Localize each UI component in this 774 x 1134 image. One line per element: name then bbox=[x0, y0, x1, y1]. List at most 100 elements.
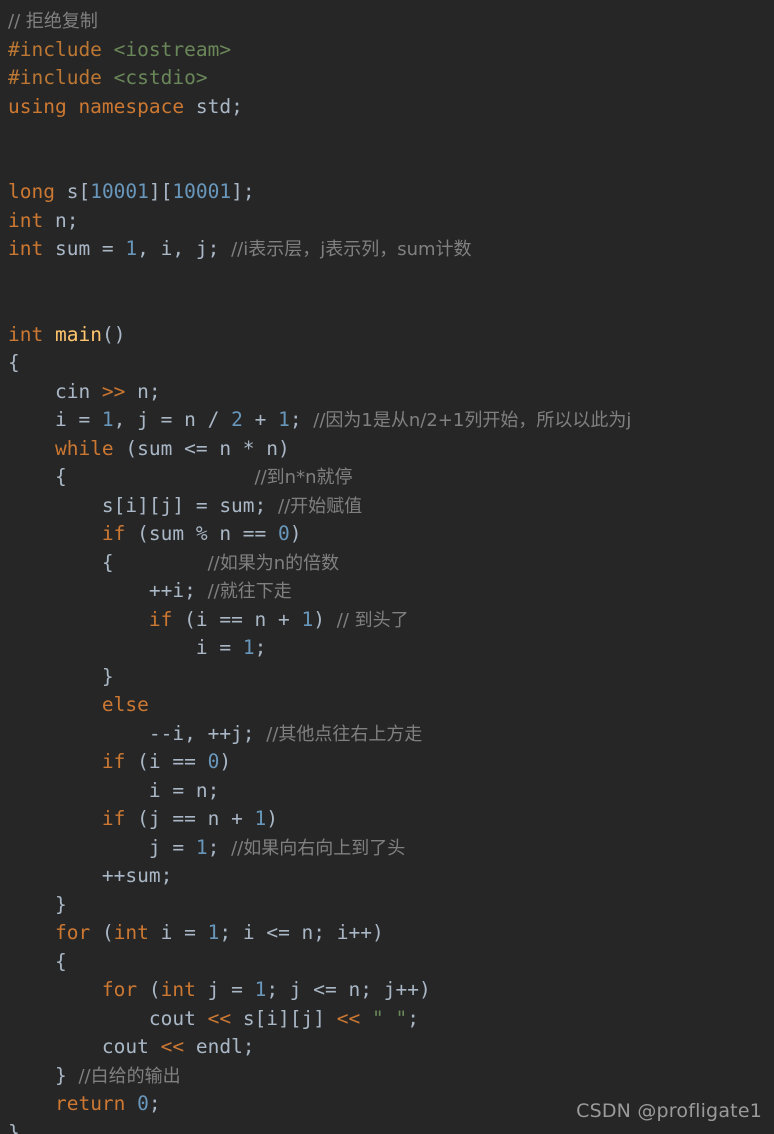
code-token-pln bbox=[8, 978, 102, 1001]
code-line: long s[10001][10001]; bbox=[8, 178, 774, 207]
code-token-num: 10001 bbox=[90, 180, 149, 203]
code-token-pln: { bbox=[8, 351, 20, 374]
code-token-pln bbox=[8, 522, 102, 545]
code-token-pln: ][ bbox=[148, 180, 173, 203]
code-token-cmt: //如果向右向上到了头 bbox=[231, 837, 406, 859]
code-token-cmt: //就往下走 bbox=[207, 581, 292, 602]
code-token-pln bbox=[8, 608, 149, 631]
code-token-num: 10001 bbox=[172, 180, 232, 203]
code-token-num: 1 bbox=[207, 921, 220, 944]
code-token-pln: + bbox=[242, 408, 279, 431]
code-line: { bbox=[8, 948, 774, 977]
code-line: ++sum; bbox=[8, 862, 774, 891]
code-token-cmt: //因为1是从n/2+1列开始，所以以此为j bbox=[313, 410, 632, 431]
code-token-pln bbox=[8, 807, 102, 830]
code-token-pln: i = n; bbox=[8, 778, 220, 802]
code-line: j = 1; //如果向右向上到了头 bbox=[8, 834, 774, 863]
code-token-kw: return bbox=[54, 1092, 126, 1115]
code-token-op: >> bbox=[101, 379, 126, 403]
code-token-kw: int bbox=[8, 237, 44, 260]
code-token-pln bbox=[125, 1092, 137, 1115]
code-token-pln: { bbox=[8, 465, 255, 488]
code-token-pln: } bbox=[8, 1063, 79, 1087]
code-line: } bbox=[8, 891, 774, 920]
code-token-pln: i = bbox=[148, 921, 208, 944]
code-block[interactable]: // 拒绝复制 #include <iostream> #include <cstd… bbox=[8, 7, 774, 1134]
code-token-kw: long bbox=[8, 180, 55, 203]
code-token-kw: int bbox=[8, 322, 44, 346]
code-line: cout << endl; bbox=[8, 1033, 774, 1062]
code-token-pln: endl; bbox=[184, 1035, 255, 1058]
code-token-pln bbox=[8, 921, 55, 944]
code-token-pln: (i == n + bbox=[172, 607, 302, 631]
code-token-pln bbox=[8, 693, 102, 716]
code-token-kw: if bbox=[148, 607, 173, 631]
code-token-pln: (sum <= n * n) bbox=[113, 436, 290, 460]
code-token-pln: ( bbox=[137, 978, 161, 1001]
code-token-kw: for bbox=[54, 921, 91, 944]
code-token-pre: #include bbox=[8, 37, 114, 61]
code-token-num: 1 bbox=[195, 835, 208, 859]
code-line: cout << s[i][j] << " "; bbox=[8, 1005, 774, 1034]
code-token-kw: for bbox=[101, 978, 138, 1001]
code-line: int main() bbox=[8, 321, 774, 350]
code-token-cmt: // 拒绝复制 bbox=[8, 11, 98, 32]
code-token-cmt: //如果为n的倍数 bbox=[207, 552, 340, 574]
code-token-cmt: //其他点往右上方走 bbox=[266, 723, 423, 745]
code-token-pln: } bbox=[8, 1120, 20, 1134]
code-token-cmt: //白给的输出 bbox=[78, 1065, 181, 1087]
code-token-str: <cstdio> bbox=[113, 66, 208, 89]
code-line: if (i == 0) bbox=[8, 748, 774, 777]
code-token-pln: cin bbox=[8, 379, 102, 403]
code-token-pln: ; bbox=[148, 1092, 161, 1115]
code-token-kw: else bbox=[101, 693, 149, 716]
code-token-pln: std; bbox=[195, 94, 243, 118]
code-token-kw: using namespace bbox=[8, 94, 196, 118]
code-token-num: 1 bbox=[301, 607, 314, 631]
code-line: #include <cstdio> bbox=[8, 64, 774, 93]
code-token-kw: int bbox=[113, 921, 149, 944]
code-token-pln bbox=[8, 1092, 55, 1115]
code-line: else bbox=[8, 691, 774, 720]
code-token-num: 1 bbox=[101, 408, 114, 431]
code-line: { //到n*n就停 bbox=[8, 463, 774, 492]
code-token-pln: ( bbox=[90, 921, 114, 944]
code-token-kw: while bbox=[54, 436, 114, 460]
code-line: while (sum <= n * n) bbox=[8, 435, 774, 464]
code-token-pln: (j == n + bbox=[125, 807, 255, 830]
code-token-pln: ; bbox=[207, 835, 232, 859]
code-token-pln: --i, ++j; bbox=[8, 721, 267, 745]
code-token-str: " " bbox=[371, 1006, 408, 1030]
code-token-kw: int bbox=[8, 208, 44, 232]
code-token-pln: n; bbox=[125, 379, 161, 403]
code-token-op: << bbox=[336, 1006, 361, 1030]
code-line: for (int i = 1; i <= n; i++) bbox=[8, 919, 774, 948]
code-token-cmt: //i表示层，j表示列，sum计数 bbox=[231, 239, 472, 260]
code-token-pln: i = bbox=[8, 636, 243, 659]
code-token-num: 0 bbox=[207, 750, 220, 773]
code-line: cin >> n; bbox=[8, 378, 774, 407]
code-token-pln: ) bbox=[219, 750, 232, 773]
code-line: #include <iostream> bbox=[8, 36, 774, 65]
code-token-num: 0 bbox=[137, 1092, 149, 1115]
code-token-pln: { bbox=[8, 949, 67, 973]
code-token-pln: ) bbox=[313, 607, 337, 631]
code-token-num: 1 bbox=[278, 408, 290, 431]
code-line: } bbox=[8, 663, 774, 692]
code-token-op: << bbox=[207, 1006, 232, 1030]
code-token-pln bbox=[8, 750, 102, 773]
code-token-num: 1 bbox=[254, 807, 267, 830]
code-token-pln: ; bbox=[289, 408, 314, 431]
code-token-pln: ++sum; bbox=[8, 864, 173, 887]
code-line: ++i; //就往下走 bbox=[8, 577, 774, 606]
code-token-pln: s[ bbox=[54, 180, 91, 203]
code-token-kw: int bbox=[160, 978, 196, 1001]
code-token-pln: j = bbox=[195, 978, 255, 1001]
code-token-cmt: //开始赋值 bbox=[278, 495, 363, 517]
code-line: if (sum % n == 0) bbox=[8, 520, 774, 549]
code-token-num: 0 bbox=[278, 522, 290, 545]
code-editor-surface: // 拒绝复制 #include <iostream> #include <cstd… bbox=[0, 0, 774, 1134]
code-token-num: 1 bbox=[254, 978, 267, 1001]
